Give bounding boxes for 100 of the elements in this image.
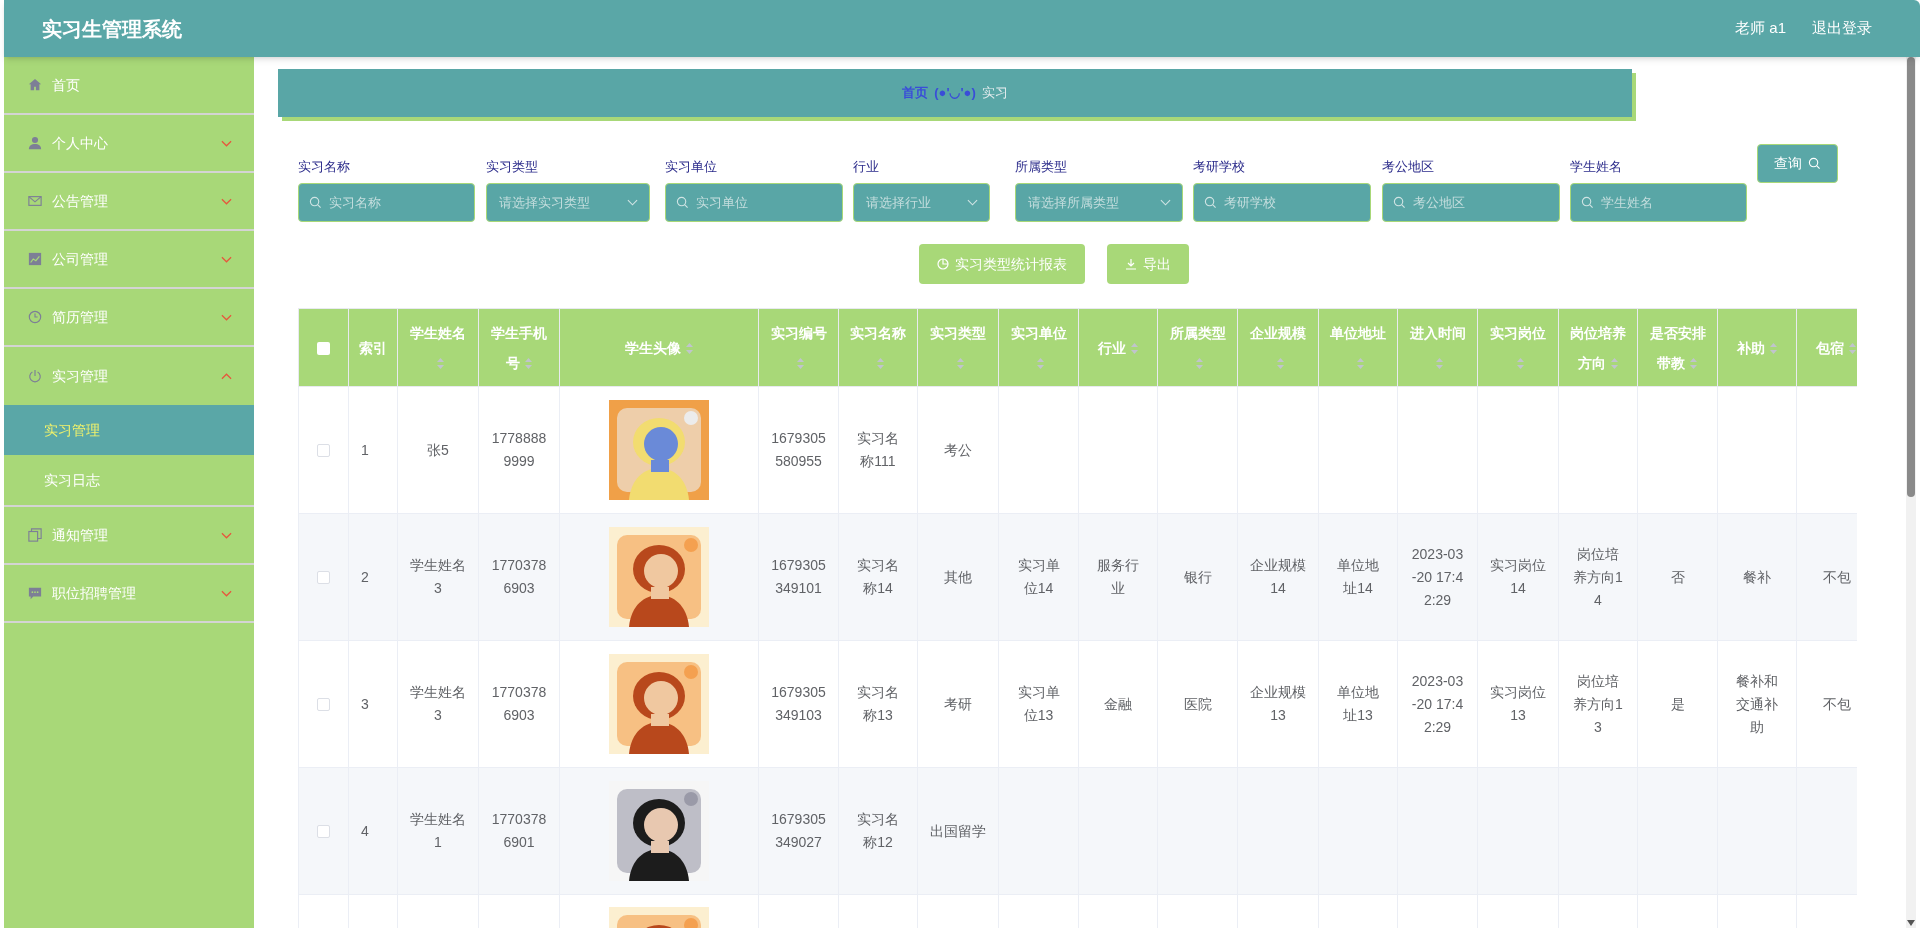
sort-icon[interactable] — [955, 357, 965, 371]
search-field[interactable]: 学生姓名 — [1570, 183, 1747, 222]
column-header[interactable]: 所属类型 — [1157, 308, 1238, 387]
sort-icon[interactable] — [796, 357, 805, 371]
sort-icon[interactable] — [1355, 357, 1365, 371]
pie-chart-icon — [937, 258, 949, 270]
sidebar-item[interactable]: 公司管理 — [4, 231, 254, 289]
search-field[interactable]: 实习单位 — [665, 183, 843, 222]
sort-icon[interactable] — [1515, 357, 1525, 371]
sort-icon[interactable] — [1768, 342, 1778, 356]
search-field[interactable]: 考研学校 — [1193, 183, 1371, 222]
checkbox[interactable] — [317, 571, 330, 585]
table-cell: 学生姓名3 — [410, 557, 466, 596]
submenu-item[interactable]: 实习管理 — [4, 405, 254, 455]
sort-icon[interactable] — [1275, 357, 1285, 371]
table-cell: 1679305349101 — [771, 557, 826, 596]
column-header[interactable]: 实习编号 — [758, 308, 839, 387]
sort-icon[interactable] — [1036, 357, 1045, 371]
column-header[interactable]: 单位地址 — [1318, 308, 1398, 387]
column-header[interactable]: 实习名称 — [838, 308, 918, 387]
message-icon — [28, 586, 42, 600]
column-header[interactable]: 包宿 — [1796, 308, 1857, 387]
column-header[interactable]: 学生手机号 — [478, 308, 560, 387]
table-cell: 餐补和交通补助 — [1736, 672, 1778, 735]
submenu-item[interactable]: 实习日志 — [4, 455, 254, 505]
table-cell: 考公 — [944, 441, 972, 458]
search-field[interactable]: 考公地区 — [1382, 183, 1560, 222]
filter-label: 实习类型 — [486, 158, 539, 175]
power-icon — [28, 369, 42, 383]
sidebar-item[interactable]: 公告管理 — [4, 173, 254, 231]
sort-icon[interactable] — [1435, 357, 1444, 371]
sort-icon[interactable] — [523, 357, 533, 371]
sidebar-item[interactable]: 首页 — [4, 57, 254, 115]
scroll-down-icon[interactable] — [1907, 920, 1915, 926]
filter-label: 考公地区 — [1382, 158, 1435, 175]
table-cell: 单位地址14 — [1337, 557, 1379, 596]
column-header[interactable]: 企业规模 — [1237, 308, 1319, 387]
clock-icon — [28, 310, 42, 324]
column-header[interactable]: 学生头像 — [559, 308, 759, 387]
filter-label: 实习单位 — [665, 158, 718, 175]
sort-icon[interactable] — [435, 357, 445, 371]
breadcrumb-home[interactable]: 首页 — [902, 83, 929, 103]
sort-icon[interactable] — [1195, 357, 1204, 371]
sort-icon[interactable] — [1609, 357, 1619, 371]
sidebar-item[interactable]: 实习管理 — [4, 347, 254, 405]
sidebar-item[interactable]: 职位招聘管理 — [4, 565, 254, 623]
select-field[interactable]: 请选择行业 — [853, 183, 990, 222]
filter-label: 学生姓名 — [1570, 158, 1623, 175]
chevron-down-icon — [1160, 199, 1171, 206]
filter-label: 所属类型 — [1015, 158, 1068, 175]
sort-icon[interactable] — [684, 342, 694, 356]
table-cell: 其他 — [944, 568, 972, 585]
sort-icon[interactable] — [875, 357, 885, 371]
select-field[interactable]: 请选择实习类型 — [486, 183, 650, 222]
table-cell: 17703786903 — [491, 557, 547, 596]
sidebar-item[interactable]: 简历管理 — [4, 289, 254, 347]
column-header[interactable]: 学生姓名 — [397, 308, 479, 387]
column-header[interactable]: 实习单位 — [998, 308, 1079, 387]
search-icon — [676, 196, 689, 209]
column-header[interactable]: 是否安排带教 — [1637, 308, 1718, 387]
table-cell: 2023-03-20 17:42:29 — [1411, 545, 1464, 608]
logout-link[interactable]: 退出登录 — [1812, 17, 1872, 40]
sort-icon[interactable] — [1848, 342, 1857, 356]
search-icon — [309, 196, 322, 209]
table-cell: 不包 — [1822, 568, 1851, 585]
table-cell: 学生姓名3 — [410, 684, 466, 723]
column-header[interactable]: 岗位培养方向 — [1558, 308, 1638, 387]
column-header[interactable]: 索引 — [348, 308, 398, 387]
table-cell: 张5 — [427, 441, 449, 458]
sidebar-item[interactable]: 个人中心 — [4, 115, 254, 173]
column-header[interactable]: 实习岗位 — [1477, 308, 1559, 387]
sort-icon[interactable] — [1129, 342, 1139, 356]
table-cell: 2023-03-20 17:42:29 — [1411, 672, 1464, 735]
column-header[interactable]: 行业 — [1078, 308, 1158, 387]
scrollbar-thumb[interactable] — [1907, 57, 1915, 497]
sort-icon[interactable] — [1689, 357, 1698, 371]
checkbox[interactable] — [317, 698, 330, 712]
breadcrumb-separator: (●'◡'●) — [934, 84, 976, 103]
checkbox[interactable] — [317, 825, 330, 839]
table-cell: 实习单位14 — [1017, 557, 1060, 596]
query-button[interactable]: 查询 — [1757, 144, 1838, 183]
filter-label: 实习名称 — [298, 158, 351, 175]
table-cell: 实习岗位14 — [1490, 557, 1546, 596]
table-cell: 3 — [361, 695, 369, 712]
table-cell: 不包 — [1822, 695, 1851, 712]
report-button[interactable]: 实习类型统计报表 — [919, 244, 1085, 284]
table-cell: 1 — [361, 441, 369, 458]
table-cell: 17703786903 — [491, 684, 547, 723]
column-header[interactable]: 进入时间 — [1397, 308, 1478, 387]
column-header[interactable]: 补助 — [1717, 308, 1797, 387]
table-cell: 医院 — [1183, 695, 1212, 712]
search-field[interactable]: 实习名称 — [298, 183, 475, 222]
checkbox[interactable] — [317, 444, 330, 458]
table-cell: 实习名称14 — [857, 557, 899, 596]
sidebar-item[interactable]: 通知管理 — [4, 507, 254, 565]
export-button[interactable]: 导出 — [1107, 244, 1189, 284]
select-field[interactable]: 请选择所属类型 — [1015, 183, 1183, 222]
column-header[interactable]: 实习类型 — [917, 308, 999, 387]
checkbox[interactable] — [317, 341, 330, 355]
copy-icon — [28, 528, 42, 542]
